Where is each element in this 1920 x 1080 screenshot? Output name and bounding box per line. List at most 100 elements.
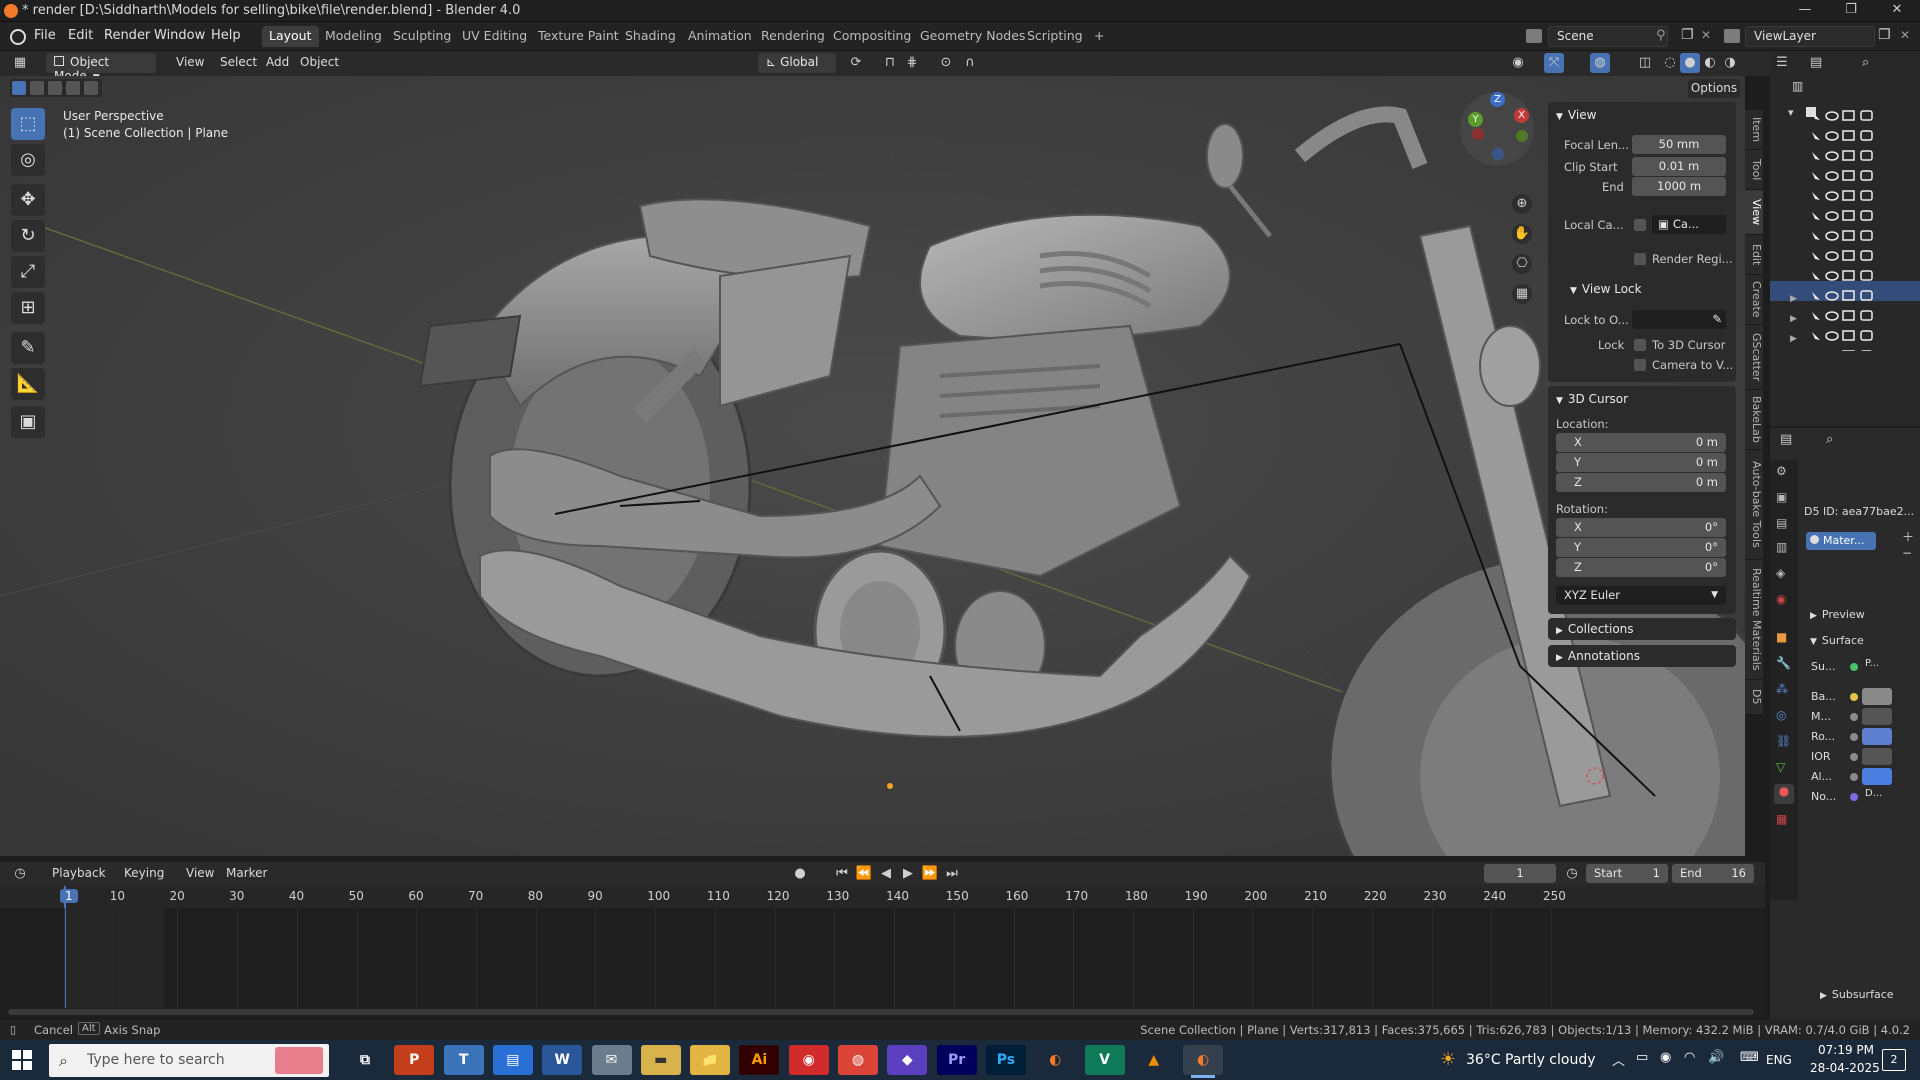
menu-select[interactable]: Select <box>214 54 263 73</box>
selectable-icon[interactable] <box>1812 332 1820 340</box>
render-camera-icon[interactable] <box>1860 190 1873 201</box>
wireframe-shading-icon[interactable]: ◌ <box>1660 53 1680 73</box>
clip-end-field[interactable]: 1000 m <box>1632 177 1726 196</box>
pivot-icon[interactable]: ⟳ <box>846 53 866 73</box>
menu-timeline-view[interactable]: View <box>180 865 220 884</box>
monitor-icon[interactable] <box>1842 170 1855 181</box>
monitor-icon[interactable] <box>1842 210 1855 221</box>
falloff-icon[interactable]: ∩ <box>960 53 980 73</box>
taskbar-app-illustrator[interactable]: Ai <box>739 1045 780 1075</box>
material-props-icon[interactable]: ● <box>1774 784 1794 804</box>
tab-d5[interactable]: D5 <box>1745 680 1763 715</box>
scene-selector[interactable]: Scene <box>1548 26 1668 47</box>
world-props-icon[interactable]: ◉ <box>1776 592 1786 606</box>
delete-scene-icon[interactable]: ✕ <box>1701 28 1711 42</box>
gizmo-toggle-icon[interactable]: ⤧ <box>1544 53 1564 73</box>
tab-geometry-nodes[interactable]: Geometry Nodes <box>913 26 1032 47</box>
transform-orientation-dropdown[interactable]: ⊾ Global <box>758 53 836 73</box>
tab-rendering[interactable]: Rendering <box>754 26 832 47</box>
taskbar-app-app-red[interactable]: ◉ <box>788 1045 829 1075</box>
monitor-icon[interactable] <box>1842 250 1855 261</box>
language-indicator[interactable]: ENG <box>1766 1053 1792 1067</box>
eye-icon[interactable] <box>1825 151 1839 161</box>
transform-tool-icon[interactable]: ⊞ <box>11 292 45 324</box>
mode-dropdown[interactable]: Object Mode▼ <box>46 53 156 83</box>
properties-editor-icon[interactable]: ▤ <box>1780 432 1792 447</box>
snap-target-icon[interactable]: ⋕ <box>902 53 922 73</box>
tab-scripting[interactable]: Scripting <box>1020 26 1090 47</box>
play-icon[interactable]: ▶ <box>898 864 918 884</box>
annotate-tool-icon[interactable]: ✎ <box>11 332 45 364</box>
minimize-button[interactable]: — <box>1782 0 1828 22</box>
eye-icon[interactable] <box>1825 171 1839 181</box>
tray-battery-icon[interactable]: ▭ <box>1636 1050 1648 1065</box>
local-camera-checkbox[interactable] <box>1634 219 1646 231</box>
subsurface-header[interactable]: ▶ Subsurface <box>1820 988 1894 1001</box>
collections-section[interactable]: ▶ Collections <box>1548 618 1736 640</box>
material-slot[interactable]: Mater... <box>1806 532 1876 550</box>
tab-bakelab[interactable]: BakeLab <box>1745 390 1763 450</box>
cursor-location-y[interactable]: Y 0 m <box>1556 453 1726 472</box>
socket-icon[interactable] <box>1850 753 1858 761</box>
constraints-props-icon[interactable]: ⛓ <box>1776 734 1791 748</box>
render-camera-icon[interactable] <box>1860 110 1873 121</box>
expand-arrow-icon[interactable]: ▶ <box>1790 334 1797 344</box>
selectable-icon[interactable] <box>1812 152 1820 160</box>
pan-hand-icon[interactable]: ✋ <box>1512 224 1532 244</box>
xray-icon[interactable]: ◫ <box>1635 53 1655 73</box>
filter-icon[interactable]: ▥ <box>1792 79 1803 93</box>
notification-icon[interactable]: 2 <box>1882 1049 1906 1071</box>
taskbar-app-vlc[interactable]: ▲ <box>1133 1045 1174 1075</box>
taskbar-app-mail[interactable]: ✉ <box>591 1045 632 1075</box>
visibility-icon[interactable]: ◉ <box>1508 53 1528 73</box>
tab-uv-editing[interactable]: UV Editing <box>455 26 534 47</box>
shader-input-field[interactable] <box>1862 768 1892 785</box>
measure-tool-icon[interactable]: 📐 <box>11 368 45 400</box>
outliner-search-icon[interactable]: ⌕ <box>1862 55 1869 70</box>
options-button[interactable]: Options <box>1688 79 1740 98</box>
tray-network-icon[interactable]: ◉ <box>1660 1050 1671 1065</box>
texture-props-icon[interactable]: ▦ <box>1776 812 1787 826</box>
preview-panel-header[interactable]: ▶ Preview <box>1810 608 1865 621</box>
cursor-location-x[interactable]: X 0 m <box>1556 433 1726 452</box>
expand-arrow-icon[interactable]: ▶ <box>1790 294 1797 304</box>
render-camera-icon[interactable] <box>1860 230 1873 241</box>
taskbar-app-photoshop[interactable]: Ps <box>985 1045 1026 1075</box>
menu-keying[interactable]: Keying <box>118 865 170 884</box>
surface-panel-header[interactable]: ▼ Surface <box>1810 634 1864 647</box>
eye-icon[interactable] <box>1825 211 1839 221</box>
material-shading-icon[interactable]: ◐ <box>1700 53 1720 73</box>
timeline-ruler[interactable]: 1 10 20 30 40 50 60 70 80 90 100 110 120 130 140 150 160… <box>0 886 1765 908</box>
tab-animation[interactable]: Animation <box>681 26 759 47</box>
monitor-icon[interactable] <box>1842 150 1855 161</box>
render-camera-icon[interactable] <box>1860 270 1873 281</box>
move-tool-icon[interactable]: ✥ <box>11 184 45 216</box>
scene-props-icon[interactable]: ◈ <box>1776 566 1785 580</box>
tab-modeling[interactable]: Modeling <box>318 26 389 47</box>
taskbar-app-task-view[interactable]: ⧉ <box>345 1045 385 1075</box>
tab-create[interactable]: Create <box>1745 275 1763 325</box>
selectable-icon[interactable] <box>1812 312 1820 320</box>
jump-start-icon[interactable]: ⏮ <box>832 864 852 884</box>
eye-icon[interactable] <box>1825 111 1839 121</box>
timeline-editor-icon[interactable]: ◷ <box>10 864 30 884</box>
render-camera-icon[interactable] <box>1860 330 1873 341</box>
3d-viewport[interactable]: User Perspective (1) Scene Collection | … <box>0 76 1745 856</box>
editor-type-icon[interactable]: ▦ <box>10 53 30 73</box>
close-button[interactable]: ✕ <box>1874 0 1920 22</box>
pin-icon[interactable]: ⚲ <box>1656 28 1666 43</box>
render-camera-icon[interactable] <box>1860 250 1873 261</box>
shader-input-field[interactable] <box>1862 748 1892 765</box>
data-props-icon[interactable]: ▽ <box>1776 760 1785 774</box>
render-camera-icon[interactable] <box>1860 170 1873 181</box>
play-reverse-icon[interactable]: ◀ <box>876 864 896 884</box>
selectable-icon[interactable] <box>1812 232 1820 240</box>
shader-input-field[interactable] <box>1862 708 1892 725</box>
eye-icon[interactable] <box>1825 231 1839 241</box>
eyedropper-icon[interactable]: ✎ <box>1712 310 1722 328</box>
monitor-icon[interactable] <box>1842 110 1855 121</box>
timeline-scrollbar[interactable] <box>8 1009 1754 1015</box>
tab-item[interactable]: Item <box>1745 110 1763 150</box>
eye-icon[interactable] <box>1825 271 1839 281</box>
render-region-checkbox[interactable] <box>1634 253 1646 265</box>
